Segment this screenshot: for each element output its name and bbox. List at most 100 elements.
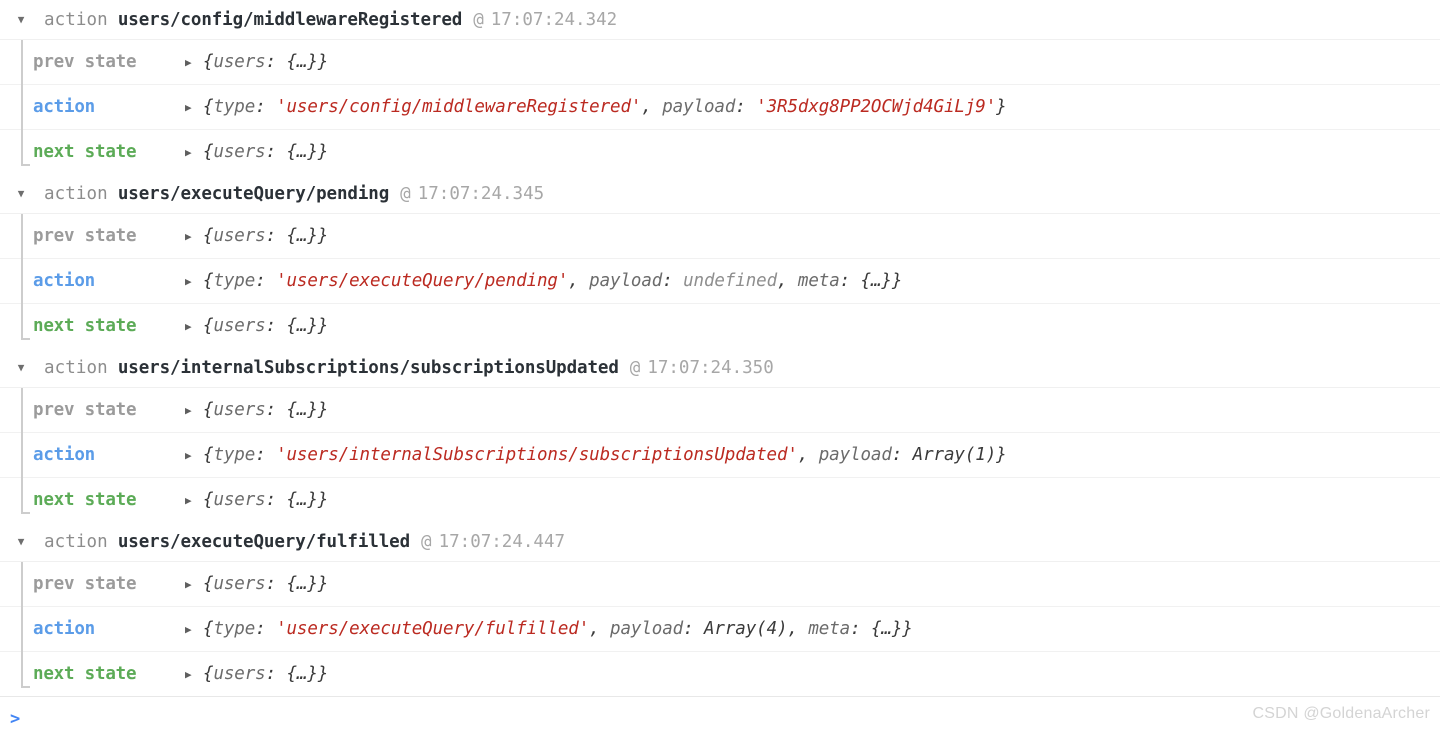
value-token-obj: {…}} <box>286 490 329 510</box>
row-label-act: action <box>33 619 96 639</box>
console-log-row: prev state ▶ {users: {…}} <box>0 40 1440 85</box>
value-token-punct: { <box>203 226 214 246</box>
value-token-key: meta <box>797 271 840 291</box>
group-guide-line <box>21 562 30 688</box>
row-label-act: action <box>33 271 96 291</box>
chevron-right-icon[interactable]: ▶ <box>185 321 201 332</box>
at-symbol-label: @ <box>473 9 484 30</box>
value-token-punct: , <box>797 445 819 465</box>
action-type-label: users/executeQuery/fulfilled <box>117 531 411 552</box>
row-label-prev: prev state <box>33 400 137 420</box>
value-token-punct: } <box>996 97 1007 117</box>
chevron-right-icon[interactable]: ▶ <box>185 624 201 635</box>
value-token-punct: : <box>255 97 277 117</box>
chevron-right-icon[interactable]: ▶ <box>185 147 201 158</box>
console-log-row: next state ▶ {users: {…}} <box>0 652 1440 696</box>
row-value-preview[interactable]: {users: {…}} <box>203 664 328 684</box>
value-token-key: type <box>213 271 256 291</box>
value-token-obj: {…}} <box>286 664 329 684</box>
row-value-preview[interactable]: {users: {…}} <box>203 52 328 72</box>
console-log-row: prev state ▶ {users: {…}} <box>0 388 1440 433</box>
value-token-punct: : <box>265 400 287 420</box>
row-value-preview[interactable]: {users: {…}} <box>203 142 328 162</box>
value-token-obj: {…}} <box>870 619 913 639</box>
row-value-preview[interactable]: {users: {…}} <box>203 400 328 420</box>
value-token-punct: { <box>203 574 214 594</box>
group-guide-line <box>21 214 30 340</box>
value-token-obj: {…}} <box>860 271 903 291</box>
group-kind-label: action <box>44 531 108 552</box>
value-token-punct: , <box>777 271 798 291</box>
value-token-punct: { <box>203 142 214 162</box>
value-token-key: users <box>213 574 266 594</box>
console-prompt-input[interactable] <box>20 696 1440 742</box>
value-token-key: users <box>213 490 266 510</box>
chevron-right-icon[interactable]: ▶ <box>185 57 201 68</box>
chevron-right-icon[interactable]: ▶ <box>185 102 201 113</box>
console-prompt-row[interactable]: > <box>0 696 1440 742</box>
value-token-punct: { <box>203 316 214 336</box>
value-token-punct: : <box>683 619 704 639</box>
console-group-header[interactable]: ▼ action users/executeQuery/fulfilled @17:0… <box>0 522 1440 562</box>
row-label-act: action <box>33 445 96 465</box>
value-token-punct: : <box>265 316 287 336</box>
row-value-preview[interactable]: {type: 'users/executeQuery/fulfilled', p… <box>203 619 913 639</box>
value-token-obj: Array(4) <box>703 619 788 639</box>
chevron-right-icon[interactable]: ▶ <box>185 276 201 287</box>
timestamp-label: 17:07:24.342 <box>490 9 618 30</box>
console-log-row: action ▶ {type: 'users/executeQuery/fulfil… <box>0 607 1440 652</box>
chevron-right-icon[interactable]: ▶ <box>185 579 201 590</box>
value-token-obj: {…}} <box>286 142 329 162</box>
timestamp-label: 17:07:24.350 <box>647 357 774 378</box>
row-label-act: action <box>33 97 96 117</box>
value-token-key: payload <box>610 619 684 639</box>
row-value-preview[interactable]: {type: 'users/executeQuery/pending', pay… <box>203 271 902 291</box>
row-value-preview[interactable]: {users: {…}} <box>203 226 328 246</box>
action-type-label: users/internalSubscriptions/subscription… <box>117 357 619 378</box>
row-value-preview[interactable]: {type: 'users/internalSubscriptions/subs… <box>203 445 1007 465</box>
chevron-down-icon[interactable]: ▼ <box>12 188 30 199</box>
chevron-right-icon[interactable]: ▶ <box>185 669 201 680</box>
value-token-punct: : <box>662 271 684 291</box>
value-token-obj: {…}} <box>286 52 329 72</box>
console-log-row: prev state ▶ {users: {…}} <box>0 214 1440 259</box>
chevron-right-icon[interactable]: ▶ <box>185 450 201 461</box>
chevron-down-icon[interactable]: ▼ <box>12 14 30 25</box>
prompt-caret-icon: > <box>10 709 21 729</box>
console-log-row: next state ▶ {users: {…}} <box>0 478 1440 522</box>
value-token-key: type <box>213 445 256 465</box>
value-token-key: users <box>213 142 266 162</box>
console-group-header[interactable]: ▼ action users/executeQuery/pending @17:07:… <box>0 174 1440 214</box>
console-log-panel: ▼ action users/config/middlewareRegistered… <box>0 0 1440 742</box>
console-group-header[interactable]: ▼ action users/internalSubscriptions/subsc… <box>0 348 1440 388</box>
value-token-punct: : <box>839 271 861 291</box>
group-kind-label: action <box>44 357 108 378</box>
console-group-header[interactable]: ▼ action users/config/middlewareRegistered… <box>0 0 1440 40</box>
value-token-obj: {…}} <box>286 226 329 246</box>
chevron-down-icon[interactable]: ▼ <box>12 362 30 373</box>
value-token-punct: { <box>203 664 214 684</box>
group-kind-label: action <box>44 9 108 30</box>
value-token-punct: , <box>568 271 590 291</box>
group-kind-label: action <box>44 183 108 204</box>
value-token-punct: { <box>203 445 214 465</box>
value-token-str: 'users/executeQuery/fulfilled' <box>276 619 590 639</box>
console-group: ▼ action users/config/middlewareRegistered… <box>0 0 1440 174</box>
row-value-preview[interactable]: {users: {…}} <box>203 490 328 510</box>
chevron-right-icon[interactable]: ▶ <box>185 495 201 506</box>
row-label-prev: prev state <box>33 226 137 246</box>
row-label-next: next state <box>33 664 137 684</box>
row-value-preview[interactable]: {type: 'users/config/middlewareRegistere… <box>203 97 1007 117</box>
value-token-punct: : <box>265 574 287 594</box>
chevron-right-icon[interactable]: ▶ <box>185 231 201 242</box>
value-token-punct: { <box>203 619 214 639</box>
chevron-right-icon[interactable]: ▶ <box>185 405 201 416</box>
group-guide-line <box>21 40 30 166</box>
chevron-down-icon[interactable]: ▼ <box>12 536 30 547</box>
value-token-obj: Array(1)} <box>912 445 1007 465</box>
row-value-preview[interactable]: {users: {…}} <box>203 316 328 336</box>
row-label-next: next state <box>33 490 137 510</box>
console-group: ▼ action users/executeQuery/fulfilled @17:0… <box>0 522 1440 696</box>
value-token-key: users <box>213 400 266 420</box>
row-value-preview[interactable]: {users: {…}} <box>203 574 328 594</box>
